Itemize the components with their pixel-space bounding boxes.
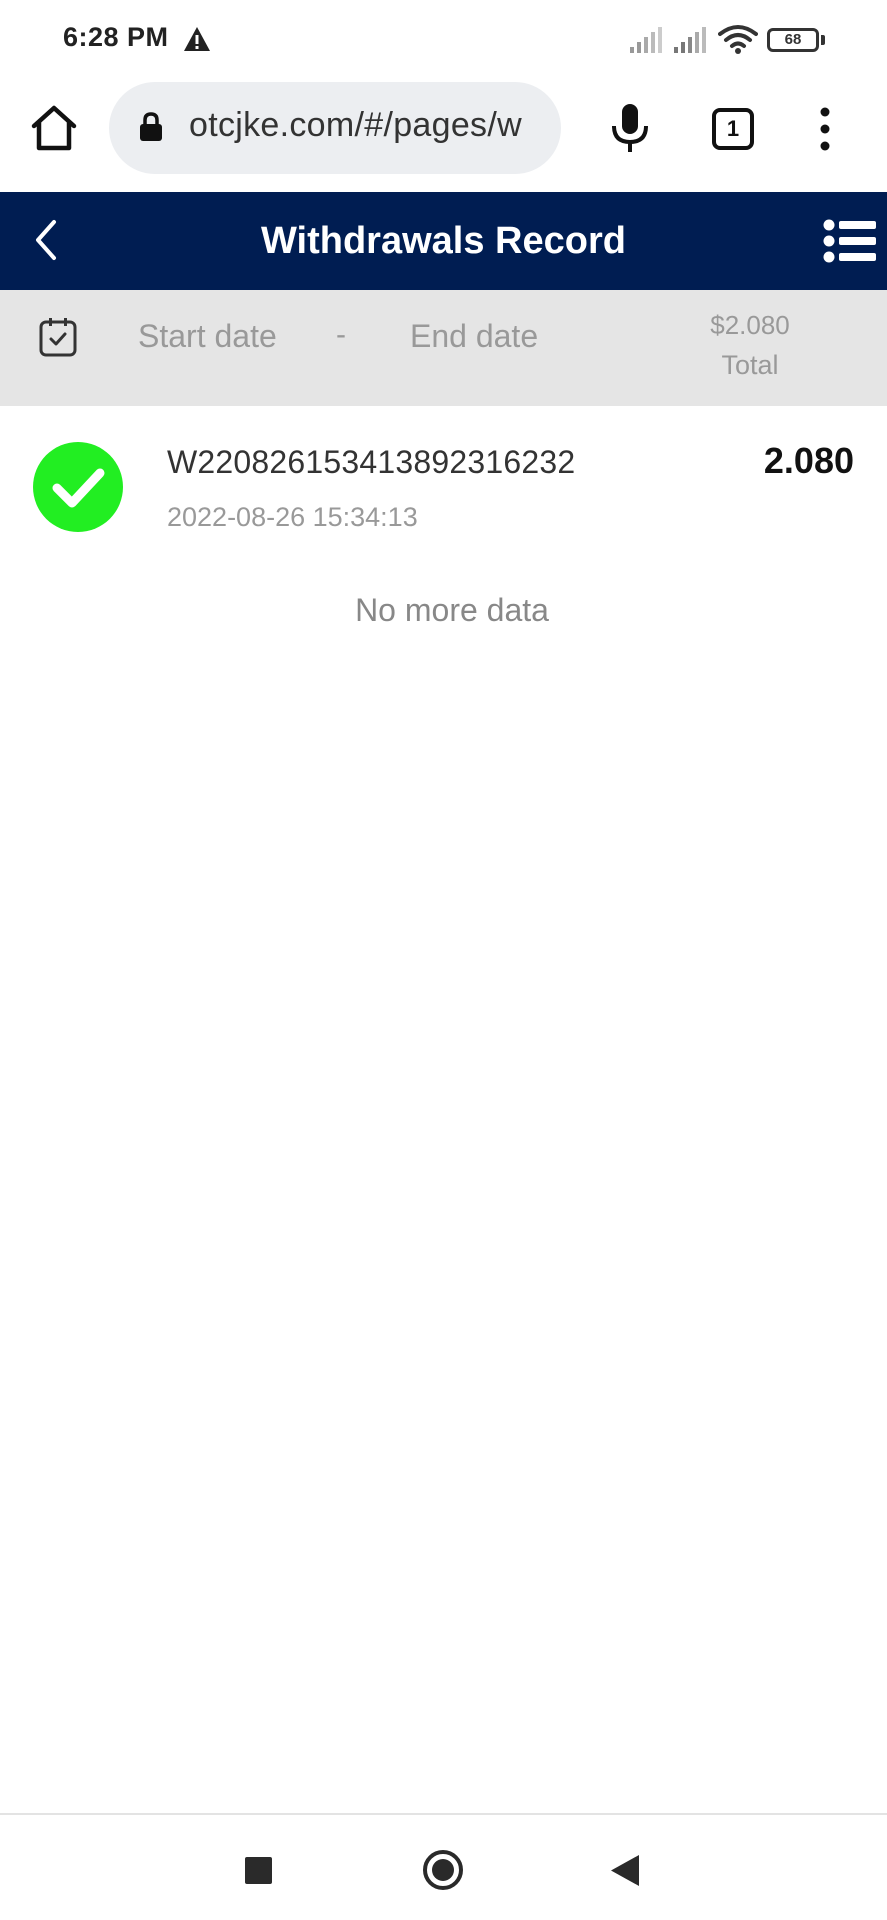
recents-square-icon[interactable] [245,1857,272,1884]
more-vert-icon[interactable] [810,106,840,152]
total-label: Total [721,350,779,380]
back-arrow-icon[interactable] [26,212,66,268]
cell-signal-icon [674,27,706,53]
date-filter-bar: Start date - End date $2.080 Total [0,290,887,406]
system-nav-bar [0,1813,887,1920]
battery-tip [821,35,825,45]
date-separator: - [336,318,346,351]
address-bar[interactable]: otcjke.com/#/pages/w [109,82,561,174]
record-datetime: 2022-08-26 15:34:13 [167,502,418,532]
end-date-field[interactable]: End date [410,318,538,355]
list-item[interactable]: W220826153413892316232 2022-08-26 15:34:… [0,406,887,546]
microphone-icon[interactable] [608,102,652,154]
status-time: 6:28 PM [63,22,169,52]
browser-toolbar: otcjke.com/#/pages/w 1 [0,80,887,192]
lock-icon [140,112,162,141]
wifi-icon [718,25,758,54]
warning-icon [184,27,210,51]
start-date-field[interactable]: Start date [138,318,277,355]
battery-indicator: 68 [767,28,819,52]
page-title: Withdrawals Record [261,220,626,262]
url-text: otcjke.com/#/pages/w [189,106,522,144]
app-header: Withdrawals Record [0,192,887,290]
list-menu-icon[interactable] [822,218,878,264]
tab-switcher-button[interactable]: 1 [712,108,754,150]
total-amount: $2.080 [710,310,790,340]
record-id: W220826153413892316232 [167,444,576,480]
record-amount: 2.080 [763,440,854,481]
check-circle-icon [33,442,123,532]
cell-signal-icon [630,27,662,53]
home-circle-icon[interactable] [422,1849,464,1891]
list-end-message: No more data [355,592,549,628]
back-triangle-icon[interactable] [609,1854,641,1887]
calendar-icon[interactable] [38,316,78,358]
home-icon[interactable] [28,102,80,154]
status-bar: 6:28 PM 68 [0,0,887,80]
